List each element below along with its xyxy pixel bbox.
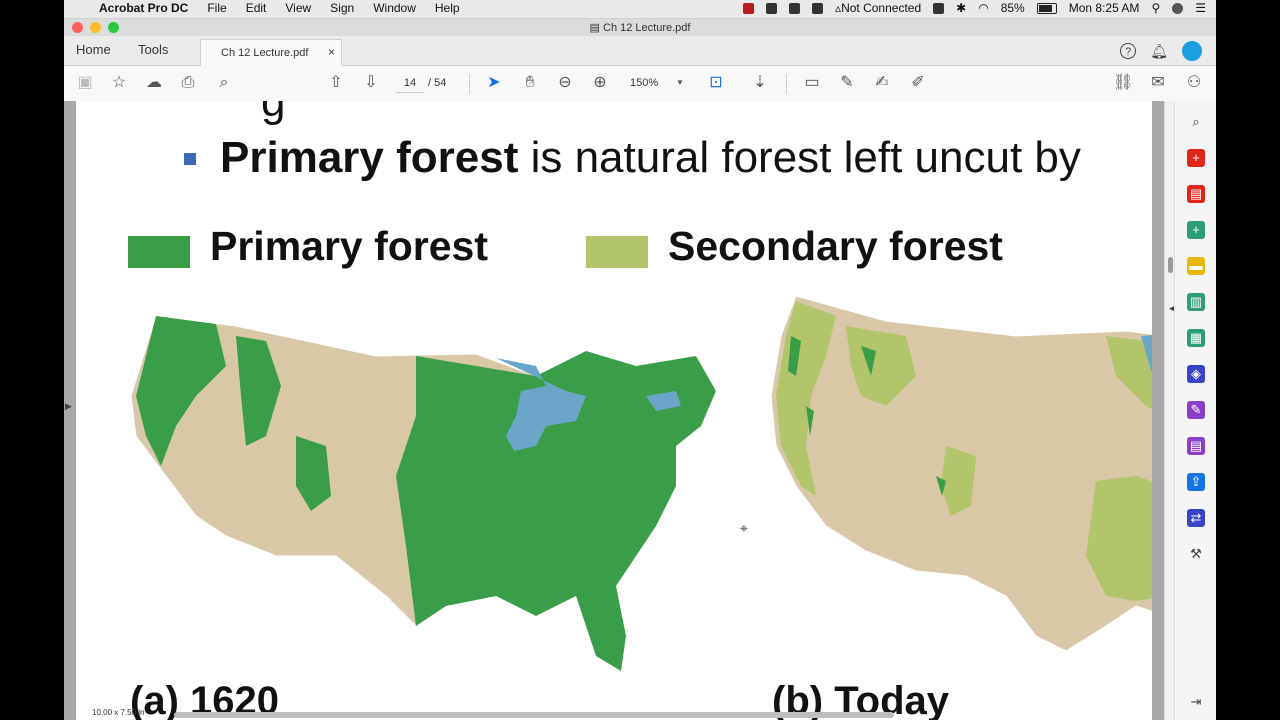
legend-primary-label: Primary forest	[210, 223, 489, 269]
next-page-icon[interactable]: ⇩	[361, 73, 381, 93]
record-icon[interactable]	[743, 2, 755, 14]
screen: Acrobat Pro DC File Edit View Sign Windo…	[64, 0, 1216, 720]
bullet-term: Primary forest	[220, 133, 519, 182]
notification-center-icon[interactable]: ☰	[1195, 1, 1206, 15]
menu-sign[interactable]: Sign	[330, 1, 354, 15]
menu-file[interactable]: File	[207, 1, 226, 15]
toolbar-divider	[469, 74, 470, 94]
print-production-icon[interactable]: ▦	[1187, 329, 1205, 347]
connection-status[interactable]: ▵Not Connected	[835, 1, 921, 15]
menu-window[interactable]: Window	[373, 1, 416, 15]
map-1620	[130, 315, 716, 672]
share-icon[interactable]: ⇪	[1187, 473, 1205, 491]
tab-bar: Home Tools Ch 12 Lecture.pdf × ? 🔔︎	[64, 36, 1216, 66]
fill-sign-icon[interactable]: ✎	[1187, 401, 1205, 419]
select-cursor-icon[interactable]: ➤	[484, 73, 504, 93]
battery-icon[interactable]	[1036, 2, 1057, 14]
toolbar-divider	[786, 74, 787, 94]
menu-bar: Acrobat Pro DC File Edit View Sign Windo…	[64, 0, 1216, 19]
edit-pdf-icon[interactable]: ▤	[1187, 437, 1205, 455]
add-user-icon[interactable]: ⚇	[1184, 73, 1204, 93]
pdf-page: g Primary forest is natural forest left …	[76, 101, 1152, 720]
map-today	[770, 296, 1152, 652]
upload-cloud-icon[interactable]: ☁	[144, 73, 164, 93]
comment-tool-icon[interactable]: ▬	[1187, 257, 1205, 275]
highlight-pen-icon[interactable]: ✎	[837, 73, 857, 93]
scroll-thumb[interactable]	[1168, 257, 1173, 273]
wifi-icon[interactable]: ◠	[978, 1, 988, 15]
collapse-pane-icon[interactable]: ⇥	[1187, 693, 1205, 711]
creative-cloud-icon[interactable]	[812, 2, 824, 14]
hand-tool-icon[interactable]: ✋︎	[520, 73, 540, 93]
close-tab-icon[interactable]: ×	[328, 45, 335, 59]
help-icon[interactable]: ?	[1120, 43, 1137, 59]
siri-icon[interactable]	[1172, 2, 1184, 14]
tools-pane: ⌕ + ▤ + ▬ ▥ ▦ ◈ ✎ ▤ ⇪ ⇄ ⚒ ⇥	[1174, 101, 1216, 720]
menu-view[interactable]: View	[285, 1, 311, 15]
bullet-text: Primary forest is natural forest left un…	[220, 133, 1081, 183]
send-for-review-icon[interactable]: ⇄	[1187, 509, 1205, 527]
zoom-in-icon[interactable]: ⊕	[590, 73, 610, 93]
export-pdf-icon[interactable]: +	[1187, 221, 1205, 239]
tab-home[interactable]: Home	[76, 42, 111, 57]
spotlight-icon[interactable]: ⚲	[1151, 1, 1160, 15]
chevron-down-icon[interactable]: ▼	[676, 78, 684, 87]
menu-edit[interactable]: Edit	[246, 1, 267, 15]
organize-pages-icon[interactable]: ▤	[1187, 185, 1205, 203]
create-pdf-icon[interactable]: +	[1187, 149, 1205, 167]
page-fit-icon[interactable]: ⊡	[706, 73, 726, 93]
share-link-icon[interactable]: ⛓︎	[1113, 73, 1133, 93]
page-number-input[interactable]: 14	[396, 74, 424, 93]
window-title: ▤ Ch 12 Lecture.pdf	[589, 22, 691, 34]
app-name[interactable]: Acrobat Pro DC	[99, 1, 188, 15]
drive-icon[interactable]	[789, 2, 801, 14]
connection-status-label: Not Connected	[841, 1, 922, 15]
clock[interactable]: Mon 8:25 AM	[1069, 1, 1140, 15]
tab-document-label: Ch 12 Lecture.pdf	[221, 47, 309, 59]
page-total: / 54	[428, 77, 447, 89]
zoom-out-icon[interactable]: ⊖	[555, 73, 575, 93]
search-icon[interactable]: ⌕	[214, 73, 234, 93]
tab-tools[interactable]: Tools	[138, 42, 168, 57]
avatar[interactable]	[1182, 41, 1202, 61]
combine-files-icon[interactable]: ▥	[1187, 293, 1205, 311]
toolbar: ▣ ☆ ☁ ⎙ ⌕ ⇧ ⇩ 14 / 54 ➤ ✋︎ ⊖ ⊕ 150% ▼ ⊡ …	[64, 66, 1216, 102]
tab-document[interactable]: Ch 12 Lecture.pdf ×	[200, 39, 342, 66]
bell-icon[interactable]: 🔔︎	[1150, 43, 1168, 60]
comment-icon[interactable]: ▭	[802, 73, 822, 93]
window-title-bar: ▤ Ch 12 Lecture.pdf	[64, 19, 1216, 36]
airplay-icon[interactable]	[933, 2, 945, 14]
draw-icon[interactable]: ✍︎	[872, 73, 892, 93]
legend-secondary-label: Secondary forest	[668, 223, 1003, 269]
more-tools-icon[interactable]: ⚒	[1187, 545, 1205, 563]
protect-shield-icon[interactable]: ◈	[1187, 365, 1205, 383]
battery-percent[interactable]: 85%	[1001, 1, 1025, 15]
annotation-tools-icon[interactable]: ✐	[908, 73, 928, 93]
camera-icon[interactable]	[766, 2, 778, 14]
print-icon[interactable]: ⎙	[178, 73, 198, 93]
previous-page-icon[interactable]: ⇧	[326, 73, 346, 93]
menu-help[interactable]: Help	[435, 1, 460, 15]
save-icon[interactable]: ▣	[75, 73, 95, 93]
bookmark-star-icon[interactable]: ☆	[109, 73, 129, 93]
horizontal-scrollbar[interactable]	[174, 712, 894, 718]
document-area: ▶ g Primary forest is natural forest lef…	[64, 101, 1164, 720]
bluetooth-icon[interactable]: ✱	[956, 1, 966, 15]
bullet-definition: is natural forest left uncut by	[518, 133, 1081, 182]
scroll-mode-icon[interactable]: ⇣	[750, 73, 770, 93]
crosshair-cursor-icon: ⌖	[740, 520, 748, 536]
window-title-text: Ch 12 Lecture.pdf	[603, 22, 691, 34]
cut-off-text: g	[261, 101, 286, 126]
legend-secondary-swatch	[586, 236, 648, 268]
legend-primary-swatch	[128, 236, 190, 268]
zoom-search-icon[interactable]: ⌕	[1187, 113, 1205, 131]
bullet-marker	[184, 153, 196, 165]
page-size-label: 10.00 x 7.50 in	[92, 708, 145, 717]
zoom-level[interactable]: 150%	[630, 77, 658, 89]
expand-left-pane-icon[interactable]: ▶	[65, 401, 72, 412]
email-icon[interactable]: ✉	[1148, 73, 1168, 93]
